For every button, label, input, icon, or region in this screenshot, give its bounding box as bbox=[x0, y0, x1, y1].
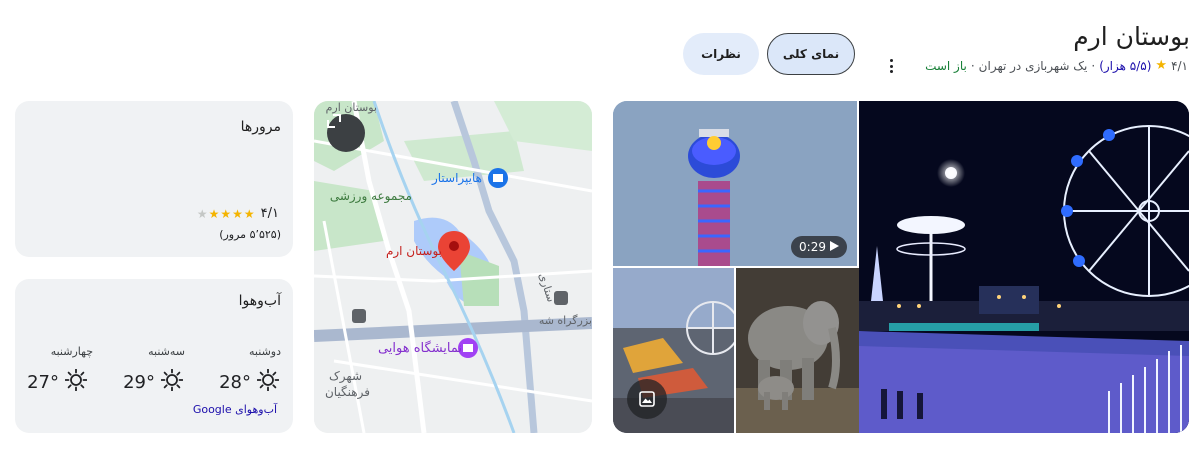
place-review-count[interactable]: (۵/۵ هزار) bbox=[1099, 59, 1151, 73]
stars-row: ★ ★ ★ ★ ★ bbox=[197, 207, 255, 221]
weather-card-title: آب‌وهوا bbox=[238, 293, 281, 309]
star-icon: ★ bbox=[1155, 58, 1168, 73]
weather-card[interactable]: آب‌وهوا دوشنبه سه‌شنبه چهارشنبه 28° 29° … bbox=[15, 279, 293, 433]
play-icon bbox=[830, 240, 839, 254]
star-icon: ★ bbox=[243, 206, 255, 221]
weather-temp-value: 28° bbox=[219, 372, 251, 393]
photo-elephants[interactable] bbox=[736, 268, 859, 433]
star-icon: ★ bbox=[232, 206, 243, 221]
weather-day-1: دوشنبه bbox=[249, 345, 281, 358]
weather-day-2: سه‌شنبه bbox=[148, 345, 185, 358]
place-category: یک شهربازی در تهران bbox=[978, 58, 1088, 73]
map-label-exhibition: نمایشگاه هوایی bbox=[377, 341, 462, 356]
map-label-top-road: بوستان ارم bbox=[325, 101, 377, 114]
tab-reviews[interactable]: نظرات bbox=[683, 33, 759, 75]
reviews-count[interactable]: (۵٬۵۲۵ مرور) bbox=[219, 228, 281, 241]
weather-temp-3: 27° bbox=[27, 368, 88, 396]
sun-icon bbox=[64, 368, 88, 396]
photo-rides[interactable] bbox=[613, 268, 734, 433]
photo-gallery[interactable]: 0:29 bbox=[613, 101, 1189, 433]
sun-icon bbox=[256, 368, 280, 396]
image-icon[interactable] bbox=[627, 379, 667, 419]
place-status: باز است bbox=[925, 58, 967, 73]
reviews-card[interactable]: مرورها ۴/۱ ★ ★ ★ ★ ★ (۵٬۵۲۵ مرور) bbox=[15, 101, 293, 257]
tab-overview[interactable]: نمای کلی bbox=[767, 33, 855, 75]
more-vert-icon[interactable] bbox=[884, 58, 898, 74]
expand-icon[interactable] bbox=[327, 114, 365, 152]
reviews-rating: ۴/۱ ★ ★ ★ ★ ★ bbox=[197, 206, 279, 221]
video-duration-badge: 0:29 bbox=[791, 236, 847, 258]
weather-day-3: چهارشنبه bbox=[50, 345, 93, 358]
weather-source-link[interactable]: آب‌وهوای Google bbox=[193, 403, 277, 416]
separator: · bbox=[1091, 58, 1096, 73]
weather-temp-2: 29° bbox=[123, 368, 184, 396]
map-label-culture: فرهنگیان bbox=[324, 385, 370, 399]
map-label-town: شهرک bbox=[329, 369, 362, 383]
photo-amusement-park-night[interactable] bbox=[859, 101, 1189, 433]
weather-temp-value: 27° bbox=[27, 372, 59, 393]
video-duration: 0:29 bbox=[799, 240, 826, 254]
star-icon: ★ bbox=[196, 206, 208, 221]
weather-temp-value: 29° bbox=[123, 372, 155, 393]
star-icon: ★ bbox=[208, 206, 220, 221]
place-title: بوستان ارم bbox=[1073, 22, 1190, 51]
place-rating: ۴/۱ bbox=[1171, 58, 1188, 73]
map-label-pin: بوستان ارم bbox=[385, 244, 442, 258]
map-label-sport-complex: مجموعه ورزشی bbox=[329, 189, 412, 203]
video-tower[interactable]: 0:29 bbox=[613, 101, 857, 266]
separator: · bbox=[970, 58, 975, 73]
star-icon: ★ bbox=[220, 206, 232, 221]
reviews-rating-value: ۴/۱ bbox=[260, 206, 279, 221]
sun-icon bbox=[160, 368, 184, 396]
place-subline: ۴/۱ ★ (۵/۵ هزار) · یک شهربازی در تهران ·… bbox=[925, 58, 1188, 73]
map-label-hyperstar: هایپراستار bbox=[431, 171, 482, 185]
map-preview[interactable]: هایپراستار مجموعه ورزشی بوستان ارم نمایش… bbox=[314, 101, 592, 433]
weather-temp-1: 28° bbox=[219, 368, 280, 396]
reviews-card-title: مرورها bbox=[240, 119, 281, 135]
map-label-highway: بزرگراه شه bbox=[538, 314, 592, 327]
